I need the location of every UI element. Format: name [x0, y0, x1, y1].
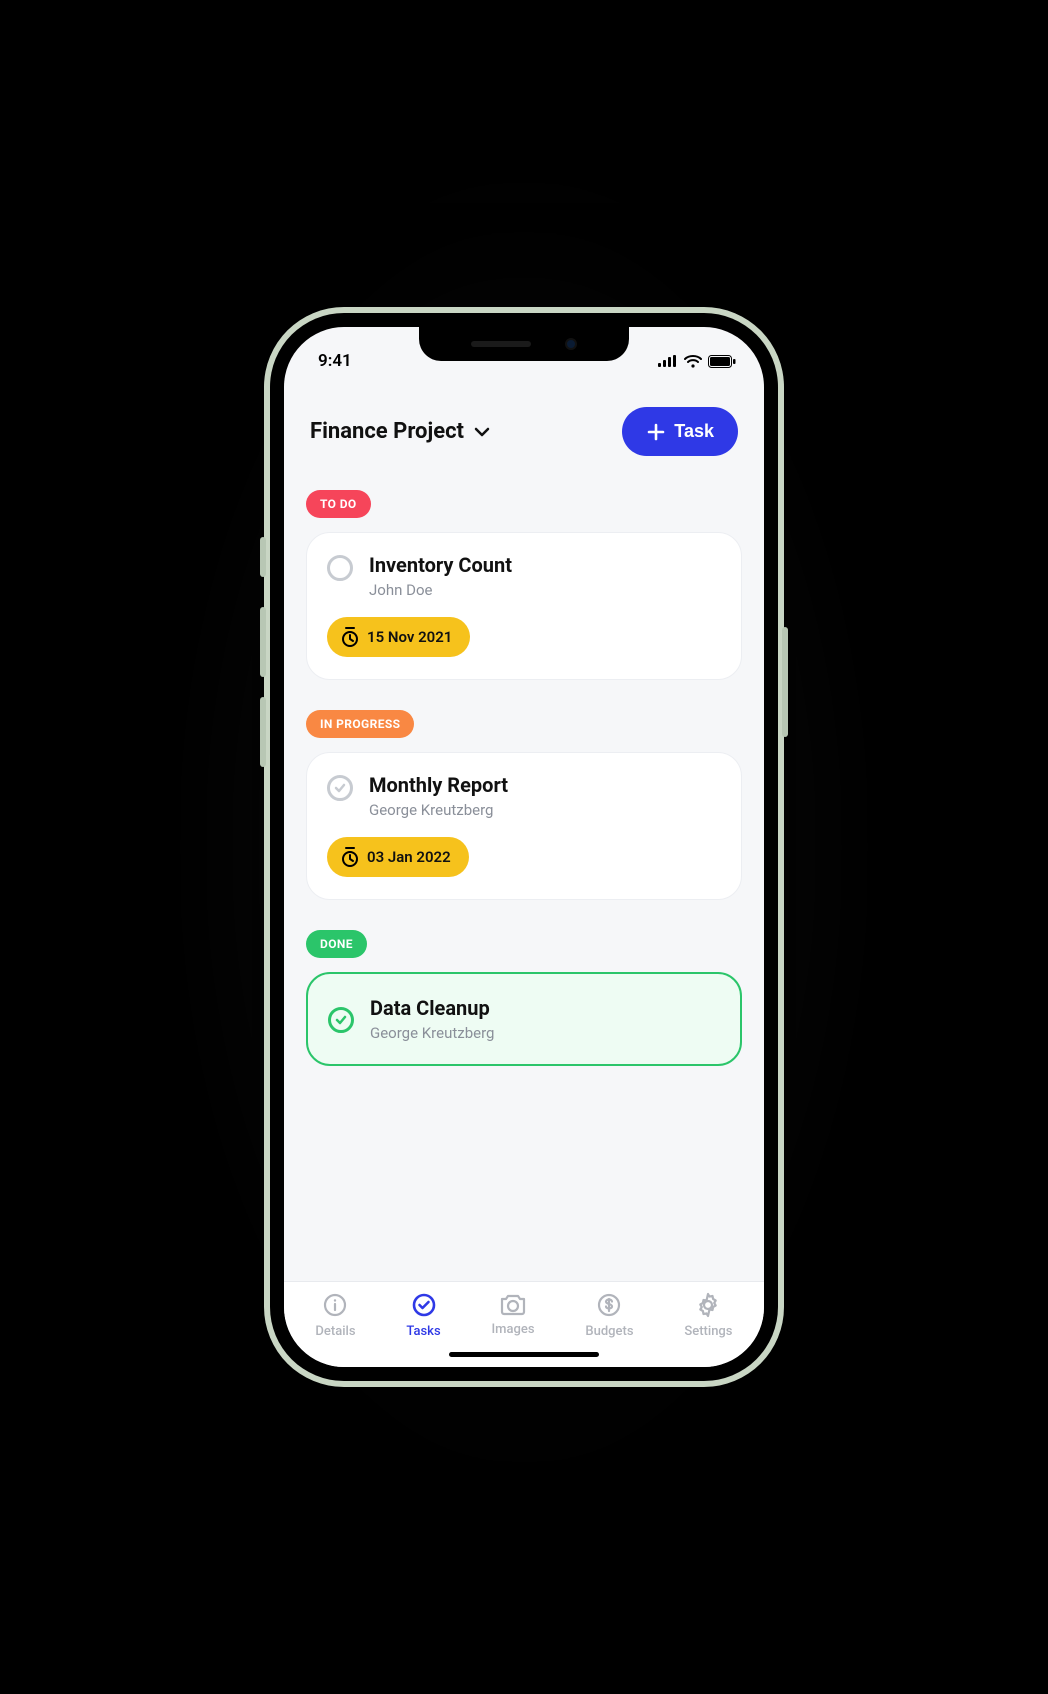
screen: 9:41 Finance Project Task: [284, 327, 764, 1367]
tab-label: Images: [492, 1322, 535, 1337]
task-title: Inventory Count: [369, 553, 512, 577]
tab-label: Tasks: [406, 1324, 440, 1339]
task-due-chip: 03 Jan 2022: [327, 837, 469, 877]
add-task-button[interactable]: Task: [622, 407, 738, 456]
task-assignee: George Kreutzberg: [369, 801, 508, 819]
tab-label: Details: [315, 1324, 355, 1339]
tab-images[interactable]: Images: [492, 1292, 535, 1339]
section-label-done: DONE: [306, 930, 367, 958]
status-time: 9:41: [318, 351, 352, 371]
phone-bezel: 9:41 Finance Project Task: [270, 313, 778, 1381]
tab-label: Budgets: [585, 1324, 633, 1339]
chevron-down-icon: [474, 427, 490, 437]
phone-front-camera: [565, 338, 577, 350]
info-icon: [322, 1292, 348, 1318]
wifi-icon: [684, 355, 702, 368]
task-checkbox-empty[interactable]: [327, 555, 353, 581]
phone-notch: [419, 327, 629, 361]
phone-volume-up: [260, 607, 266, 677]
timer-icon: [341, 847, 359, 867]
task-assignee: John Doe: [369, 581, 512, 599]
dollar-icon: [596, 1292, 622, 1318]
check-circle-icon: [411, 1292, 437, 1318]
phone-power-button: [782, 627, 788, 737]
tab-settings[interactable]: Settings: [684, 1292, 732, 1339]
add-task-label: Task: [674, 421, 714, 442]
project-selector[interactable]: Finance Project: [310, 419, 490, 444]
task-due-date: 03 Jan 2022: [367, 848, 451, 866]
home-indicator[interactable]: [449, 1352, 599, 1357]
battery-icon: [708, 355, 736, 368]
phone-volume-down: [260, 697, 266, 767]
gear-icon: [695, 1292, 721, 1318]
tab-budgets[interactable]: Budgets: [585, 1292, 633, 1339]
task-checkbox-done[interactable]: [328, 1007, 354, 1033]
task-assignee: George Kreutzberg: [370, 1024, 494, 1042]
task-title: Data Cleanup: [370, 996, 494, 1020]
task-card[interactable]: Monthly Report George Kreutzberg 03 Jan …: [306, 752, 742, 900]
signal-icon: [658, 355, 678, 367]
task-due-date: 15 Nov 2021: [367, 628, 452, 646]
tab-details[interactable]: Details: [315, 1292, 355, 1339]
header: Finance Project Task: [284, 381, 764, 474]
plus-icon: [646, 422, 666, 442]
tab-tasks[interactable]: Tasks: [406, 1292, 440, 1339]
tab-label: Settings: [684, 1324, 732, 1339]
status-right: [658, 355, 736, 368]
task-list: TO DO Inventory Count John Doe 15 Nov 20…: [284, 474, 764, 1281]
task-checkbox-inprogress[interactable]: [327, 775, 353, 801]
camera-icon: [499, 1292, 527, 1316]
phone-frame: 9:41 Finance Project Task: [264, 307, 784, 1387]
project-name: Finance Project: [310, 419, 464, 444]
section-label-inprogress: IN PROGRESS: [306, 710, 414, 738]
task-title: Monthly Report: [369, 773, 508, 797]
task-due-chip: 15 Nov 2021: [327, 617, 470, 657]
task-card-done[interactable]: Data Cleanup George Kreutzberg: [306, 972, 742, 1066]
timer-icon: [341, 627, 359, 647]
phone-silent-switch: [260, 537, 266, 577]
task-card[interactable]: Inventory Count John Doe 15 Nov 2021: [306, 532, 742, 680]
section-label-todo: TO DO: [306, 490, 371, 518]
phone-speaker: [471, 341, 531, 347]
